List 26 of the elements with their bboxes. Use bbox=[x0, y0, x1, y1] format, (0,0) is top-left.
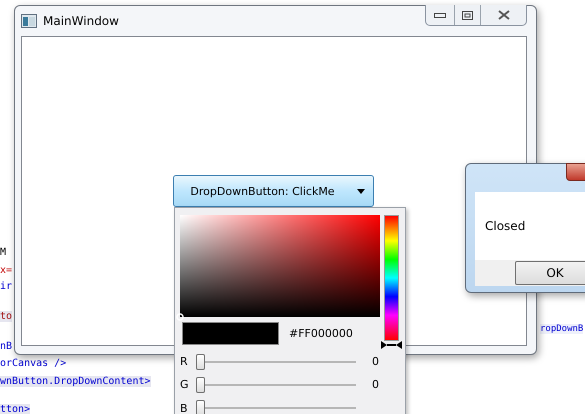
picker-marker-icon bbox=[176, 313, 184, 321]
code-line: M bbox=[0, 247, 6, 258]
channel-label: G bbox=[180, 378, 190, 392]
hue-thumb[interactable] bbox=[381, 341, 402, 349]
code-line: orCanvas /> bbox=[0, 358, 66, 369]
code-line: nB bbox=[0, 341, 12, 352]
code-line: ir bbox=[0, 281, 12, 292]
app-icon bbox=[21, 14, 37, 28]
caret-icon bbox=[356, 188, 365, 194]
close-icon bbox=[498, 10, 510, 20]
maximize-icon bbox=[462, 10, 473, 20]
dropdown-button[interactable]: DropDownButton: ClickMe bbox=[173, 175, 374, 207]
channel-label: B bbox=[180, 402, 189, 414]
ok-button[interactable]: OK bbox=[515, 261, 585, 285]
channel-value: 0 bbox=[372, 378, 379, 392]
slider-thumb[interactable] bbox=[196, 376, 205, 393]
dialog-message: Closed bbox=[485, 219, 526, 233]
code-line: x= bbox=[0, 265, 12, 276]
slider-thumb[interactable] bbox=[196, 400, 205, 414]
window-title: MainWindow bbox=[43, 14, 119, 28]
channel-label: R bbox=[180, 355, 189, 368]
minimize-icon bbox=[434, 12, 446, 18]
hue-slider[interactable] bbox=[380, 215, 403, 349]
hex-value: #FF000000 bbox=[289, 327, 353, 340]
channel-value: 0 bbox=[372, 355, 379, 368]
slider-thumb[interactable] bbox=[196, 354, 205, 370]
